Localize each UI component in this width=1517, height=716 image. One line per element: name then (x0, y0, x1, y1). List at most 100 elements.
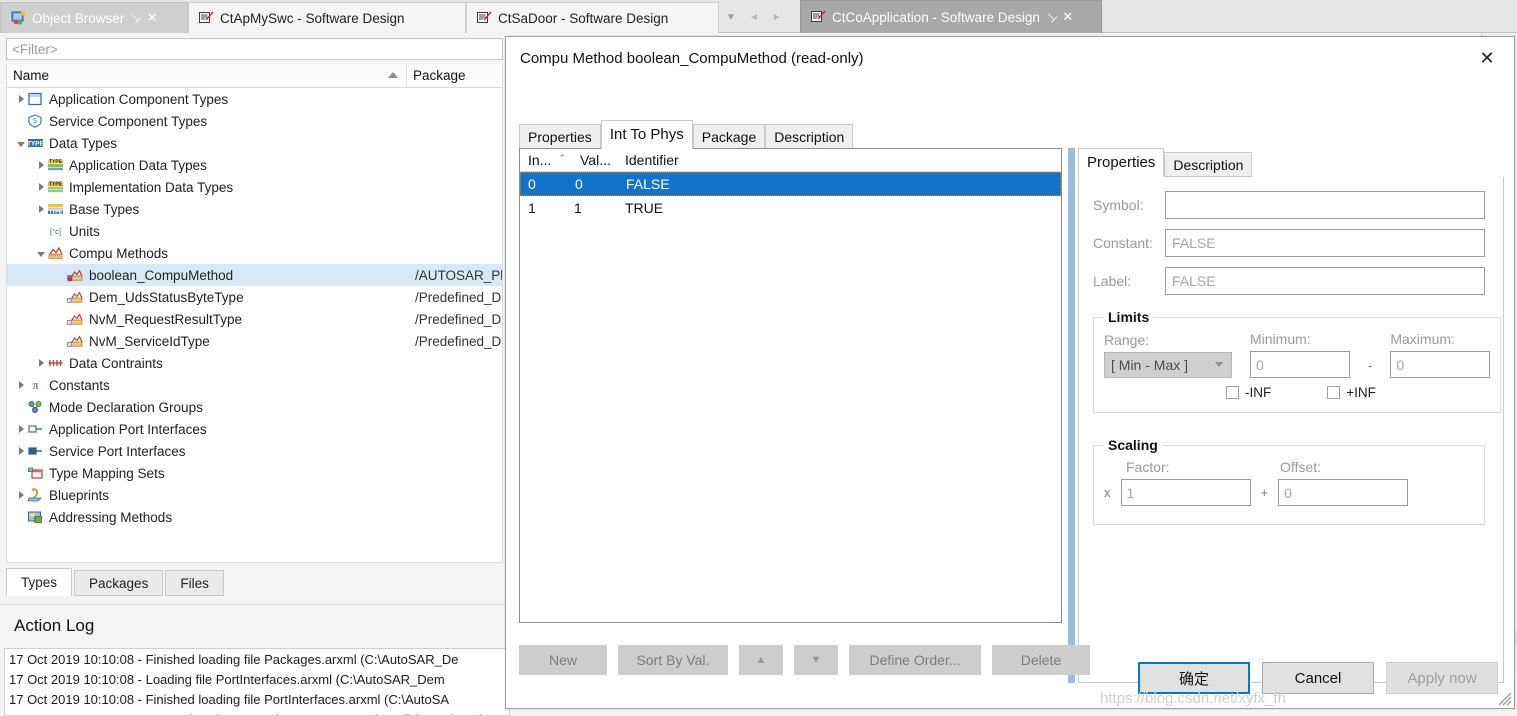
column-header-package[interactable]: Package (407, 64, 466, 87)
object-tree[interactable]: Application Component Types S Service Comp… (6, 88, 503, 563)
define-order-button[interactable]: Define Order... (849, 645, 981, 675)
dialog-close-button[interactable]: ✕ (1466, 43, 1508, 73)
int-to-phys-table[interactable]: In... ⌃ Val... Identifier 0 0 FALSE 1 1 TRUE (519, 148, 1062, 623)
chevron-right-icon[interactable] (35, 154, 47, 176)
resize-grip[interactable] (1498, 692, 1512, 706)
sort-by-val-button[interactable]: Sort By Val. (618, 645, 728, 675)
tree-item-application-data-types[interactable]: TYPE Application Data Types (7, 154, 502, 176)
tree-item-nvm-serviceidtype[interactable]: NvM_ServiceIdType/Predefined_D (7, 330, 502, 352)
expander-triangle (18, 95, 24, 103)
move-down-button[interactable]: ▼ (794, 645, 838, 675)
maximum-label: Maximum: (1390, 331, 1455, 347)
software-design-icon (477, 11, 492, 25)
tree-item-units[interactable]: [°c] Units (7, 220, 502, 242)
tree-item-label: Mode Declaration Groups (49, 399, 203, 415)
tree-item-base-types[interactable]: TYPE Base Types (7, 198, 502, 220)
dialog-tab-description[interactable]: Description (765, 124, 854, 149)
properties-tab-properties[interactable]: Properties (1078, 148, 1165, 177)
tree-item-type-mapping-sets[interactable]: Type Mapping Sets (7, 462, 502, 484)
dialog-tab-properties[interactable]: Properties (519, 124, 601, 149)
range-select[interactable]: [ Min - Max ] (1104, 352, 1232, 378)
expander-triangle (38, 183, 44, 191)
column-header-identifier[interactable]: Identifier (617, 149, 679, 171)
new-button[interactable]: New (519, 645, 607, 675)
column-header-in-label: In... (528, 152, 552, 168)
tree-item-package: /Predefined_D (415, 333, 502, 349)
delete-button[interactable]: Delete (992, 645, 1090, 675)
tree-item-boolean-compumethod[interactable]: boolean_CompuMethod/AUTOSAR_Pl (7, 264, 502, 286)
tree-item-application-port-interfaces[interactable]: Application Port Interfaces (7, 418, 502, 440)
pane-splitter[interactable] (1068, 148, 1075, 683)
tree-item-blueprints[interactable]: Blueprints (7, 484, 502, 506)
chevron-right-icon[interactable] (15, 418, 27, 440)
cell-val: 0 (575, 176, 583, 192)
browser-tab-files[interactable]: Files (165, 570, 224, 596)
tree-item-data-contraints[interactable]: Data Contraints (7, 352, 502, 374)
minimum-input[interactable]: 0 (1250, 351, 1350, 378)
table-row[interactable]: 0 0 FALSE (520, 172, 1061, 196)
tree-item-dem-udsstatusbytetype[interactable]: Dem_UdsStatusByteType/Predefined_D (7, 286, 502, 308)
pin-icon[interactable]: ⊣ (127, 9, 144, 26)
column-header-name[interactable]: Name (7, 64, 407, 87)
cell-in: 1 (528, 200, 536, 216)
browser-tab-packages[interactable]: Packages (74, 570, 164, 596)
chevron-right-icon[interactable] (15, 440, 27, 462)
table-row[interactable]: 1 1 TRUE (520, 196, 1061, 220)
apply-now-button[interactable]: Apply now (1386, 662, 1498, 694)
tree-item-service-port-interfaces[interactable]: Service Port Interfaces (7, 440, 502, 462)
chevron-right-icon[interactable] (15, 484, 27, 506)
tree-item-implementation-data-types[interactable]: TYPE Implementation Data Types (7, 176, 502, 198)
tree-item-application-component-types[interactable]: Application Component Types (7, 88, 502, 110)
label-field[interactable]: FALSE (1165, 267, 1485, 295)
tab-dropdown-icon[interactable]: ▼ (726, 12, 736, 23)
chevron-right-icon[interactable] (15, 374, 27, 396)
pin-icon[interactable]: ⊣ (1042, 8, 1059, 25)
neg-inf-checkbox[interactable]: -INF (1226, 385, 1271, 400)
browser-tab-types[interactable]: Types (6, 568, 73, 596)
tree-item-addressing-methods[interactable]: Addressing Methods (7, 506, 502, 528)
chevron-down-icon[interactable] (15, 132, 27, 154)
chevron-right-icon[interactable] (35, 176, 47, 198)
dialog-tab-package[interactable]: Package (692, 124, 766, 149)
button-label: Cancel (1294, 669, 1342, 687)
maximum-input[interactable]: 0 (1390, 351, 1491, 378)
offset-input[interactable]: 0 (1278, 479, 1409, 506)
tab-ctsadoor[interactable]: CtSaDoor - Software Design (466, 2, 719, 33)
tab-ctapmyswc[interactable]: CtApMySwc - Software Design (188, 2, 466, 33)
dialog-tab-int-to-phys[interactable]: Int To Phys (600, 120, 693, 149)
chevron-right-icon[interactable] (35, 352, 47, 374)
column-header-in[interactable]: In... ⌃ (520, 149, 572, 171)
close-icon[interactable]: ✕ (147, 10, 158, 26)
tree-item-service-component-types[interactable]: S Service Component Types (7, 110, 502, 132)
tab-label: CtCoApplication - Software Design (832, 9, 1040, 25)
action-log-list[interactable]: 17 Oct 2019 10:10:08 - Finished loading … (4, 648, 510, 716)
action-log-line: 17 Oct 2019 10:10:10 - Opened workspace … (9, 710, 509, 715)
filter-input[interactable]: <Filter> (6, 38, 503, 60)
dialog-title-label: Compu Method boolean_CompuMethod (read-o… (520, 49, 864, 67)
label-field-row: Label: FALSE (1093, 267, 1485, 295)
pos-inf-checkbox[interactable]: +INF (1327, 385, 1376, 400)
tree-item-nvm-requestresulttype[interactable]: NvM_RequestResultType/Predefined_D (7, 308, 502, 330)
tab-ctcoapplication[interactable]: CtCoApplication - Software Design ⊣ ✕ (800, 0, 1102, 33)
svg-text:TYPE: TYPE (49, 182, 63, 188)
close-icon[interactable]: ✕ (1062, 9, 1073, 25)
tab-object-browser[interactable]: Object Browser ⊣ ✕ (0, 2, 188, 33)
chevron-right-icon[interactable] (35, 198, 47, 220)
tree-item-compu-methods[interactable]: Compu Methods (7, 242, 502, 264)
tab-prev-icon[interactable]: ◄ (749, 12, 759, 23)
column-header-val[interactable]: Val... (572, 149, 617, 171)
chevron-right-icon[interactable] (15, 88, 27, 110)
move-up-button[interactable]: ▲ (739, 645, 783, 675)
tree-item-data-types[interactable]: TYPE Data Types (7, 132, 502, 154)
table-action-buttons: New Sort By Val. ▲ ▼ Define Order... Delete (519, 645, 1090, 675)
constant-field[interactable]: FALSE (1165, 229, 1485, 257)
factor-input[interactable]: 1 (1120, 479, 1251, 506)
tab-next-icon[interactable]: ► (772, 12, 782, 23)
tree-expander-placeholder (55, 264, 67, 286)
tree-item-constants[interactable]: π Constants (7, 374, 502, 396)
tree-item-mode-declaration-groups[interactable]: Mode Declaration Groups (7, 396, 502, 418)
symbol-field[interactable] (1165, 191, 1485, 219)
properties-tab-description[interactable]: Description (1164, 152, 1253, 177)
application-component-types-icon (27, 91, 44, 107)
chevron-down-icon[interactable] (35, 242, 47, 264)
